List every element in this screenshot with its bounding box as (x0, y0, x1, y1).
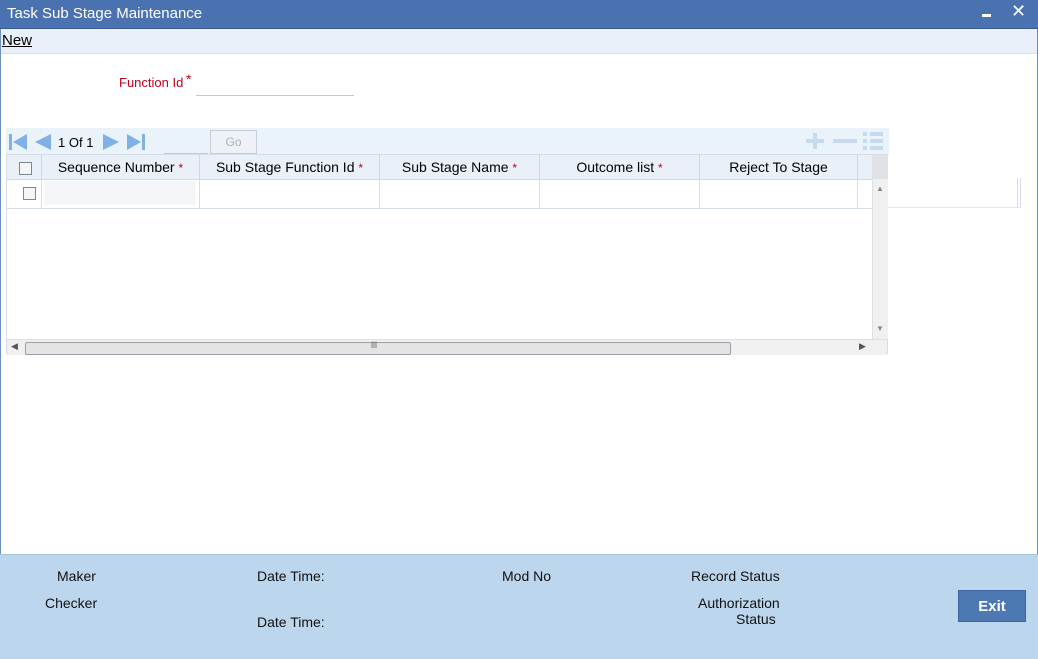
sub-stage-grid: Sequence Number * Sub Stage Function Id … (6, 154, 888, 355)
mod-no-label: Mod No (502, 568, 552, 584)
column-header-reject-to-stage[interactable]: Reject To Stage (700, 155, 858, 179)
select-all-checkbox[interactable] (19, 162, 32, 175)
sub-stage-function-id-field[interactable] (200, 179, 380, 208)
row-checkbox[interactable] (23, 187, 36, 200)
column-header-label: Sub Stage Name (401, 159, 509, 175)
authorization-status-label: Status (736, 611, 776, 627)
exit-button[interactable]: Exit (958, 590, 1026, 622)
close-icon[interactable]: ✕ (1011, 0, 1026, 22)
horizontal-scroll-thumb[interactable]: lll (25, 340, 731, 355)
scroll-up-icon[interactable]: ▲ (876, 184, 884, 193)
new-link[interactable]: New (2, 32, 32, 49)
grid-overflow-line (888, 207, 1020, 208)
column-header-label: Outcome list (576, 159, 655, 175)
page-indicator: 1 Of 1 (58, 135, 93, 150)
scroll-down-icon[interactable]: ▼ (876, 324, 884, 333)
vertical-scrollbar[interactable]: ▲ ▼ (872, 155, 888, 339)
column-header-label: Reject To Stage (729, 159, 828, 175)
scrollbar-header-spacer (873, 155, 888, 179)
first-page-icon[interactable] (8, 132, 28, 152)
page-of: Of (68, 135, 83, 150)
column-header-outcome-list[interactable]: Outcome list * (540, 155, 700, 179)
window-border-left (0, 29, 1, 554)
required-marker: * (658, 161, 663, 175)
row-select-cell (7, 179, 42, 208)
maker-date-time-label: Date Time: (257, 568, 325, 584)
function-id-label: Function Id (119, 75, 184, 90)
scroll-grip-icon: lll (371, 340, 377, 350)
checker-date-time-label: Date Time: (257, 614, 325, 630)
record-status-label: Record Status (691, 568, 780, 584)
audit-footer: Maker Checker Date Time: Date Time: Mod … (0, 554, 1038, 659)
window-title: Task Sub Stage Maintenance (7, 5, 203, 22)
reject-to-stage-field[interactable] (700, 179, 858, 208)
grid-overflow-divider (1017, 178, 1018, 208)
checker-label: Checker (45, 595, 98, 611)
page-number-input[interactable] (164, 133, 208, 154)
function-id-input[interactable] (196, 72, 354, 96)
grid-overflow-divider (1020, 178, 1021, 208)
required-marker: * (512, 161, 518, 175)
next-page-icon[interactable] (102, 132, 122, 152)
scroll-right-icon[interactable]: ▶ (859, 341, 866, 352)
column-header-sub-stage-name[interactable]: Sub Stage Name * (380, 155, 540, 179)
add-row-icon[interactable] (803, 131, 827, 151)
authorization-label: Authorization (698, 595, 780, 611)
required-marker: * (358, 161, 364, 175)
column-header-sequence-number[interactable]: Sequence Number * (42, 155, 200, 179)
minimize-icon[interactable] (981, 4, 993, 22)
table-row (7, 179, 872, 209)
required-marker: * (178, 161, 184, 175)
grid-pagination-toolbar: 1 Of 1 Go (6, 128, 889, 155)
window-title-bar: Task Sub Stage Maintenance ✕ (0, 0, 1038, 29)
previous-page-icon[interactable] (32, 132, 52, 152)
select-all-cell (7, 155, 42, 179)
outcome-list-field[interactable] (540, 179, 700, 208)
single-view-icon[interactable] (861, 130, 885, 152)
scroll-left-icon[interactable]: ◀ (11, 341, 18, 352)
page-current: 1 (58, 135, 66, 150)
delete-row-icon[interactable] (832, 131, 858, 151)
last-page-icon[interactable] (126, 132, 146, 152)
sub-stage-name-field[interactable] (380, 179, 540, 208)
grid-header: Sequence Number * Sub Stage Function Id … (7, 155, 872, 180)
sequence-number-cell (42, 179, 200, 208)
toolbar: New (1, 29, 1037, 54)
column-header-label: Sub Stage Function Id (215, 159, 355, 175)
go-button[interactable]: Go (210, 130, 257, 154)
column-header-sub-stage-function-id[interactable]: Sub Stage Function Id * (200, 155, 380, 179)
function-id-required-marker: * (186, 71, 192, 87)
maker-label: Maker (57, 568, 96, 584)
page-total: 1 (86, 135, 94, 150)
horizontal-scrollbar[interactable]: ◀ lll ▶ (7, 339, 887, 355)
column-header-label: Sequence Number (57, 159, 175, 175)
